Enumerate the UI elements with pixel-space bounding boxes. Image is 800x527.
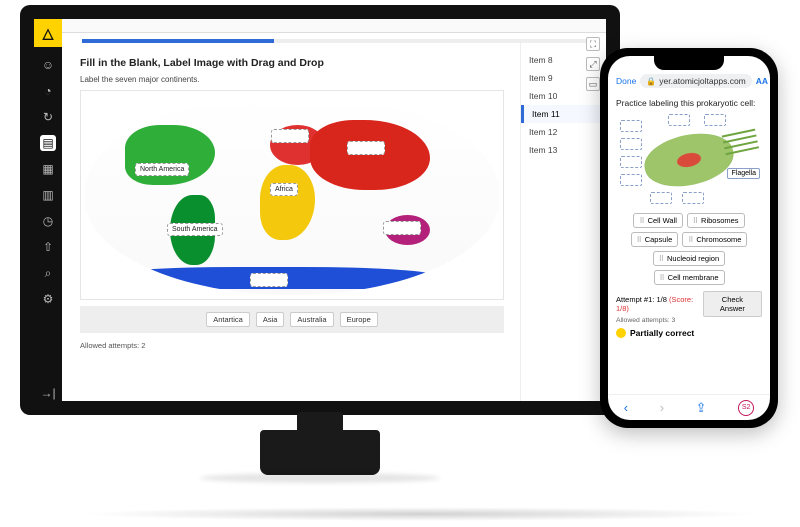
allowed-attempts: Allowed attempts: 2 [80,341,504,350]
attempts-value: 2 [141,341,145,350]
item-row-active[interactable]: Item 11 [521,105,606,123]
done-button[interactable]: Done [616,76,636,86]
cell-dropzone[interactable] [704,114,726,126]
cell-dropzone[interactable] [620,138,642,150]
prokaryotic-cell [640,126,738,194]
assessment-app: Fill in the Blank, Label Image with Drag… [62,19,606,401]
continent-asia [310,120,430,190]
safari-bottom-nav: ‹ › ⇪ S2 [608,394,770,420]
continent-north-america [125,125,215,185]
question-subtitle: Label the seven major continents. [80,75,504,84]
left-nav-rail: △ ☺ ◔ ↻ ▤ ▦ ▥ ◷ ⇧ ⌕ ⚙ →| [34,19,62,401]
answer-chip[interactable]: Antartica [206,312,250,327]
phone-notch [654,56,724,70]
fit-view-icon[interactable]: ⛶ [586,37,600,51]
cell-dropzone[interactable] [620,174,642,186]
nav-forward-icon[interactable]: › [660,400,664,415]
dropzone-africa[interactable]: Africa [270,183,298,196]
continent-africa [260,165,315,240]
dropzone-south-america[interactable]: South America [167,223,223,236]
progress-bar [82,39,586,43]
cell-dropzone[interactable] [668,114,690,126]
nav-share-icon[interactable]: ⇪ [696,400,707,416]
phone-answer-chip[interactable]: Cell Wall [633,213,682,228]
rail-doc-icon[interactable]: ▤ [40,135,56,151]
rail-grid-icon[interactable]: ▦ [40,161,56,177]
dropzone-australia[interactable] [383,221,421,235]
ground-shadow [80,507,760,521]
app-logo-icon[interactable]: △ [34,19,62,47]
dropzone-europe[interactable] [271,129,309,143]
url-host: yer.atomicjoltapps.com [659,76,745,86]
phone-chip-tray: Cell Wall Ribosomes Capsule Chromosome N… [616,213,762,285]
rail-search-icon[interactable]: ⌕ [40,265,56,281]
rail-time-icon[interactable]: ◷ [40,213,56,229]
phone-answer-chip[interactable]: Chromosome [682,232,747,247]
cell-dropzone[interactable] [682,192,704,204]
dropzone-asia[interactable] [347,141,385,155]
browser-url-bar: Done 🔒 yer.atomicjoltapps.com AA ↻ [608,74,770,92]
dropzone-north-america[interactable]: North America [135,163,189,176]
question-area: Fill in the Blank, Label Image with Drag… [62,43,520,401]
cell-dropzone[interactable] [620,156,642,168]
check-answer-button[interactable]: Check Answer [703,291,762,317]
rail-clipboard-icon[interactable]: ▥ [40,187,56,203]
partial-correct-icon [616,328,626,338]
app-screen: △ ☺ ◔ ↻ ▤ ▦ ▥ ◷ ⇧ ⌕ ⚙ →| Fill in the B [34,19,606,401]
monitor-bezel: △ ☺ ◔ ↻ ▤ ▦ ▥ ◷ ⇧ ⌕ ⚙ →| Fill in the B [20,5,620,415]
item-list-panel: Item 8 Item 9 Item 10 Item 11 Item 12 It… [520,43,606,401]
fullscreen-icon[interactable]: ⤢ [586,57,600,71]
result-row: Partially correct [616,328,762,338]
cell-dropzone[interactable] [650,192,672,204]
answer-chip[interactable]: Asia [256,312,285,327]
phone-allowed-attempts: Allowed attempts: 3 [616,317,762,324]
world-map: North America South America Africa [85,95,499,295]
answer-chip-tray: Antartica Asia Australia Europe [80,306,504,333]
panel-action-icons: ⛶ ⤢ ▭ [586,37,600,91]
result-text: Partially correct [630,328,694,338]
phone-answer-chip[interactable]: Nucleoid region [653,251,725,266]
lock-icon: 🔒 [646,77,656,86]
desktop-monitor: △ ☺ ◔ ↻ ▤ ▦ ▥ ◷ ⇧ ⌕ ⚙ →| Fill in the B [20,5,620,475]
phone-answer-chip[interactable]: Ribosomes [687,213,745,228]
rail-refresh-icon[interactable]: ↻ [40,109,56,125]
item-row[interactable]: Item 13 [521,141,606,159]
cell-dropzone[interactable] [620,120,642,132]
attempts-label: Allowed attempts: [80,341,139,350]
answer-chip[interactable]: Australia [290,312,333,327]
phone-content: Practice labeling this prokaryotic cell:… [608,92,770,394]
dropzone-antarctica[interactable] [250,273,288,287]
answer-chip[interactable]: Europe [340,312,378,327]
phone-screen: Done 🔒 yer.atomicjoltapps.com AA ↻ Pract… [608,56,770,420]
attempt-text: Attempt #1: 1/8 (Score: 1/8) [616,295,703,313]
phone-device: Done 🔒 yer.atomicjoltapps.com AA ↻ Pract… [600,48,778,428]
app-toolbar [62,19,606,33]
rail-collapse-icon[interactable]: →| [40,385,56,401]
nav-s2-badge[interactable]: S2 [738,400,754,416]
phone-answer-chip[interactable]: Cell membrane [654,270,725,285]
placed-label-flagella[interactable]: Flagella [727,168,760,179]
cell-diagram: Flagella [616,112,762,207]
monitor-stand [260,430,380,475]
nav-back-icon[interactable]: ‹ [624,400,628,415]
attempt-row: Attempt #1: 1/8 (Score: 1/8) Check Answe… [616,291,762,317]
question-title: Fill in the Blank, Label Image with Drag… [80,57,504,69]
rail-upload-icon[interactable]: ⇧ [40,239,56,255]
rail-user-icon[interactable]: ☺ [40,57,56,73]
address-field[interactable]: 🔒 yer.atomicjoltapps.com [640,74,751,88]
phone-answer-chip[interactable]: Capsule [631,232,679,247]
item-row[interactable]: Item 12 [521,123,606,141]
cell-prompt: Practice labeling this prokaryotic cell: [616,98,762,108]
map-container: North America South America Africa [80,90,504,300]
layout-icon[interactable]: ▭ [586,77,600,91]
text-size-button[interactable]: AA [756,76,768,86]
rail-clock-icon[interactable]: ◔ [40,83,56,99]
rail-settings-icon[interactable]: ⚙ [40,291,56,307]
